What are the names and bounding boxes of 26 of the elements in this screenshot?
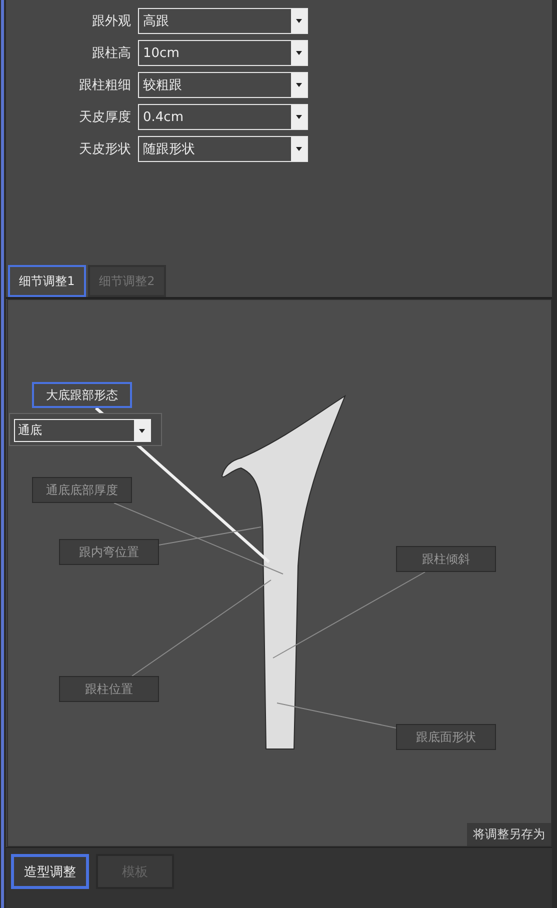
caret-icon[interactable] bbox=[291, 9, 307, 33]
caret-icon[interactable] bbox=[291, 73, 307, 97]
dropdown[interactable]: 0.4cm bbox=[138, 104, 308, 130]
setting-label: 天皮形状 bbox=[78, 141, 132, 158]
caret-icon[interactable] bbox=[291, 41, 307, 65]
callout-label[interactable]: 跟柱倾斜 bbox=[396, 546, 496, 572]
dropdown[interactable]: 随跟形状 bbox=[138, 136, 308, 162]
tab[interactable]: 细节调整1 bbox=[8, 265, 86, 297]
callout-label[interactable]: 大底跟部形态 bbox=[32, 382, 132, 408]
caret-icon[interactable] bbox=[291, 105, 307, 129]
callout-label[interactable]: 跟内弯位置 bbox=[59, 539, 159, 565]
tab[interactable]: 造型调整 bbox=[11, 854, 89, 889]
caret-icon[interactable] bbox=[291, 137, 307, 161]
setting-label: 跟柱高 bbox=[91, 45, 132, 62]
setting-label: 跟柱粗细 bbox=[78, 77, 132, 94]
dropdown[interactable]: 通底 bbox=[14, 419, 151, 442]
callout-label[interactable]: 跟柱位置 bbox=[59, 676, 159, 702]
setting-label: 跟外观 bbox=[91, 13, 132, 30]
save-as-button[interactable]: 将调整另存为 bbox=[467, 823, 551, 846]
caret-icon[interactable] bbox=[134, 420, 150, 441]
dropdown[interactable]: 较粗跟 bbox=[138, 72, 308, 98]
callout-label[interactable]: 通底底部厚度 bbox=[32, 477, 132, 503]
setting-label: 天皮厚度 bbox=[78, 109, 132, 126]
callout-label[interactable]: 跟底面形状 bbox=[396, 724, 496, 750]
dropdown[interactable]: 10cm bbox=[138, 40, 308, 66]
dropdown[interactable]: 高跟 bbox=[138, 8, 308, 34]
